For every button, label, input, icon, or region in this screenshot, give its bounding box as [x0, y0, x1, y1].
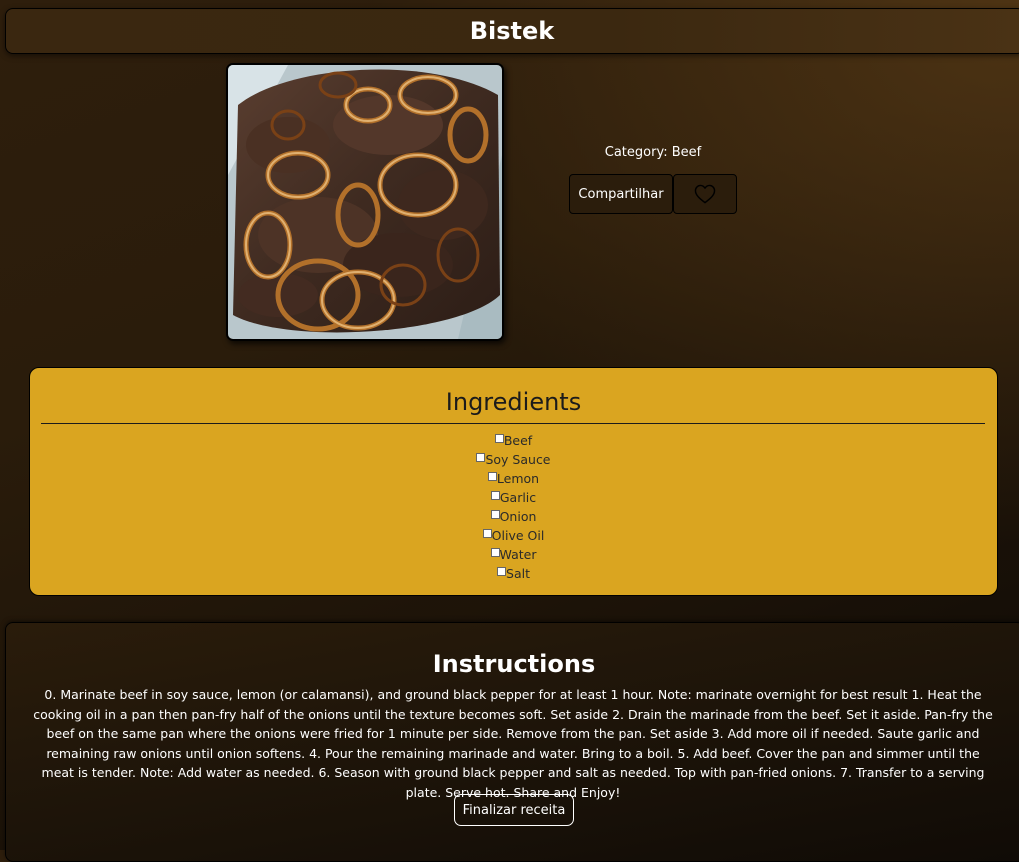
recipe-meta: Category: Beef Compartilhar	[569, 144, 737, 214]
ingredient-label: Water	[499, 547, 537, 562]
ingredient-item: Lemon	[30, 469, 997, 488]
ingredient-item: Salt	[30, 564, 997, 583]
ingredient-item: Onion	[30, 507, 997, 526]
recipe-title: Bistek	[469, 17, 555, 45]
ingredient-checkbox[interactable]	[497, 567, 507, 576]
ingredient-item: Water	[30, 545, 997, 564]
favorite-button[interactable]	[673, 174, 737, 214]
category-label: Category: Beef	[604, 145, 702, 160]
ingredients-divider	[41, 423, 985, 424]
ingredient-checkbox[interactable]	[476, 453, 486, 462]
ingredient-checkbox[interactable]	[490, 491, 500, 500]
ingredient-checkbox[interactable]	[494, 434, 504, 443]
ingredients-panel: Ingredients Beef Soy Sauce Lemon Garlic …	[29, 367, 998, 596]
action-row: Compartilhar	[569, 174, 737, 214]
title-bar: Bistek	[5, 8, 1019, 54]
ingredients-list: Beef Soy Sauce Lemon Garlic Onion Olive …	[30, 431, 997, 583]
finish-recipe-button[interactable]: Finalizar receita	[454, 794, 574, 826]
recipe-photo	[226, 63, 504, 341]
ingredients-heading: Ingredients	[445, 388, 582, 416]
instructions-text: 0. Marinate beef in soy sauce, lemon (or…	[33, 687, 993, 800]
ingredient-label: Salt	[506, 566, 530, 581]
ingredient-checkbox[interactable]	[490, 548, 500, 557]
instructions-heading: Instructions	[432, 650, 596, 678]
ingredient-checkbox[interactable]	[482, 529, 492, 538]
ingredient-item: Olive Oil	[30, 526, 997, 545]
ingredient-item: Garlic	[30, 488, 997, 507]
ingredient-label: Soy Sauce	[485, 452, 551, 467]
ingredient-label: Garlic	[499, 490, 537, 505]
share-button[interactable]: Compartilhar	[569, 174, 673, 214]
ingredient-item: Soy Sauce	[30, 450, 997, 469]
ingredient-checkbox[interactable]	[490, 510, 500, 519]
ingredient-checkbox[interactable]	[487, 472, 497, 481]
instructions-panel: Instructions 0. Marinate beef in soy sau…	[5, 622, 1019, 862]
ingredient-label: Beef	[503, 433, 533, 448]
heart-outline-icon	[694, 184, 716, 204]
ingredient-label: Olive Oil	[491, 528, 545, 543]
ingredient-label: Onion	[499, 509, 537, 524]
ingredient-item: Beef	[30, 431, 997, 450]
ingredient-label: Lemon	[496, 471, 540, 486]
